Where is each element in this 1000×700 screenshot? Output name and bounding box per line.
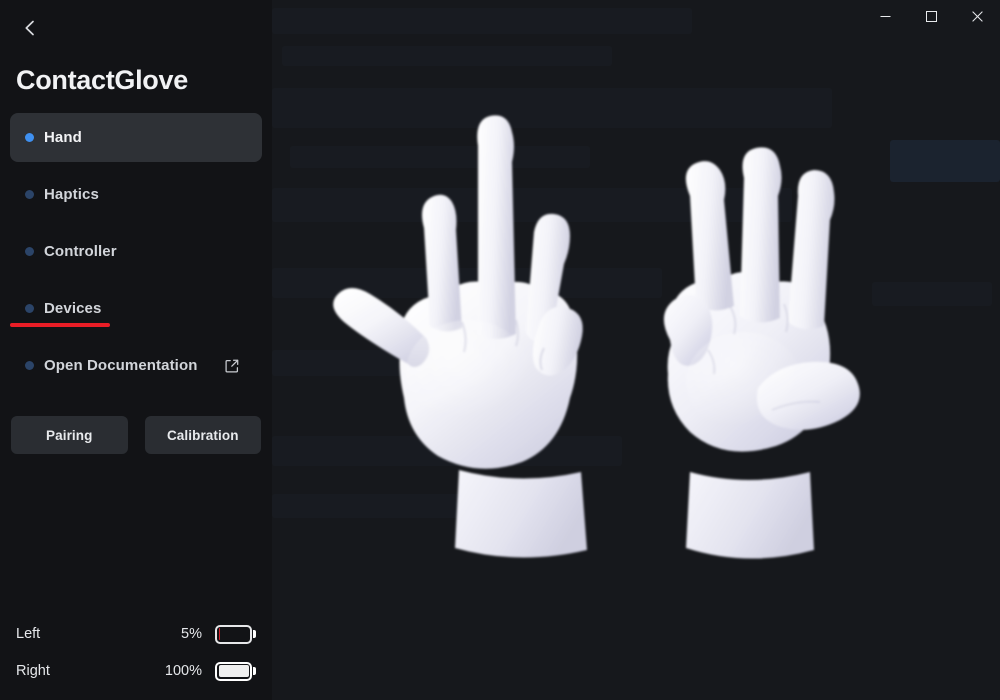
calibration-button[interactable]: Calibration [144,416,261,454]
page-title: ContactGlove [16,65,188,95]
sidebar-item-label: Open Documentation [44,357,198,374]
ghost-panel [272,88,832,128]
battery-row-left: Left 5% [16,615,256,652]
status-dot-icon [25,190,34,199]
window-controls [862,0,1000,32]
ghost-panel [272,188,792,222]
battery-percent: 100% [164,662,202,679]
sidebar-item-label: Devices [44,300,102,317]
battery-label: Left [16,625,41,642]
close-button[interactable] [954,0,1000,32]
battery-label: Right [16,662,50,679]
back-button[interactable] [13,11,47,45]
sidebar-nav: Hand Haptics Controller Devices Open Doc… [0,113,272,398]
devices-red-underline [10,323,110,327]
ghost-panel-highlight [890,140,1000,182]
pairing-button[interactable]: Pairing [11,416,128,454]
sidebar-item-label: Haptics [44,186,99,203]
sidebar-action-buttons: Pairing Calibration [11,416,261,454]
sidebar-item-hand[interactable]: Hand [10,113,262,162]
close-icon [971,10,983,22]
left-hand-model [333,115,587,558]
right-hand-model [663,147,860,559]
sidebar-item-label: Controller [44,243,117,260]
sidebar: ContactGlove Hand Haptics Controller Dev… [0,0,272,700]
minimize-icon [880,15,890,17]
ghost-panel [872,282,992,306]
battery-icon-full [215,660,256,682]
ghost-panel [272,436,622,466]
contactglove-window: ContactGlove Hand Haptics Controller Dev… [0,0,1000,700]
sidebar-item-open-documentation[interactable]: Open Documentation [10,341,262,390]
status-dot-icon [25,304,34,313]
hand-tracking-viewport[interactable] [272,0,1000,700]
ghost-panel [272,8,692,34]
status-dot-icon [25,247,34,256]
sidebar-item-controller[interactable]: Controller [10,227,262,276]
ghost-panel [282,46,612,66]
hand-models-3d-render [333,115,860,559]
minimize-button[interactable] [862,0,908,32]
ghost-panel [272,268,662,298]
battery-icon-low [215,623,256,645]
status-dot-icon [25,361,34,370]
sidebar-item-label: Hand [44,129,82,146]
sidebar-item-haptics[interactable]: Haptics [10,170,262,219]
battery-percent: 5% [181,625,202,642]
chevron-left-icon [25,20,34,36]
battery-status-panel: Left 5% Right 100% [0,615,272,689]
ghost-panel [272,494,552,518]
ghost-panel [272,350,572,376]
external-link-icon [224,358,240,374]
battery-row-right: Right 100% [16,652,256,689]
maximize-button[interactable] [908,0,954,32]
ghost-panel [290,146,590,168]
status-dot-icon [25,133,34,142]
maximize-icon [925,10,937,22]
